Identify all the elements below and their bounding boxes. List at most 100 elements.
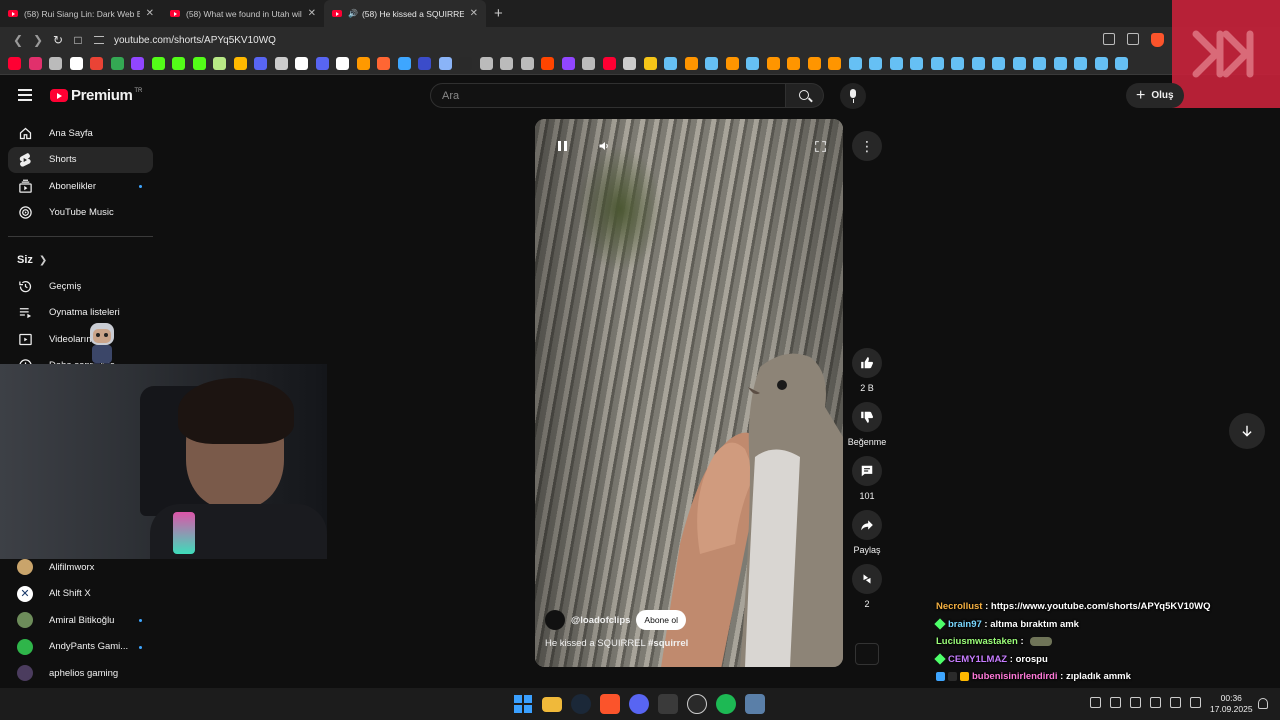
- bookmark-favicon-icon[interactable]: [151, 57, 165, 70]
- bookmark-favicon-icon[interactable]: [500, 57, 513, 70]
- obs-icon[interactable]: [687, 694, 707, 714]
- bookmark-favicon-icon[interactable]: [889, 57, 903, 70]
- bookmark-favicon-icon[interactable]: [49, 57, 62, 70]
- bookmark-favicon-icon[interactable]: [623, 57, 636, 70]
- voice-search-button[interactable]: [840, 83, 866, 109]
- brave-shields-icon[interactable]: [1151, 33, 1164, 47]
- comments-button[interactable]: [852, 456, 882, 486]
- chat-username[interactable]: Luciusmwastaken: [936, 636, 1018, 647]
- bookmark-favicon-icon[interactable]: [787, 57, 800, 70]
- back-icon[interactable]: ❮: [8, 33, 28, 47]
- shorts-player[interactable]: @loadofclips Abone ol He kissed a SQUIRR…: [535, 119, 843, 667]
- site-settings-icon[interactable]: [94, 36, 104, 44]
- bookmark-favicon-icon[interactable]: [377, 57, 390, 70]
- reload-icon[interactable]: ↻: [48, 33, 68, 47]
- bookmark-favicon-icon[interactable]: [110, 57, 124, 70]
- bookmark-favicon-icon[interactable]: [356, 57, 370, 70]
- bookmark-favicon-icon[interactable]: [1053, 57, 1067, 70]
- remix-button[interactable]: [852, 564, 882, 594]
- cast-icon[interactable]: [1103, 33, 1115, 45]
- volume-button[interactable]: [591, 133, 617, 159]
- address-bar[interactable]: youtube.com/shorts/APYq5KV10WQ: [94, 35, 276, 46]
- spotify-icon[interactable]: [716, 694, 736, 714]
- bookmark-favicon-icon[interactable]: [869, 57, 882, 70]
- channel-avatar[interactable]: [545, 610, 565, 630]
- bookmark-favicon-icon[interactable]: [848, 57, 862, 70]
- bookmark-favicon-icon[interactable]: [315, 57, 329, 70]
- bookmark-favicon-icon[interactable]: [397, 57, 411, 70]
- mic-icon[interactable]: [1150, 697, 1161, 708]
- steam-icon[interactable]: [571, 694, 591, 714]
- bookmark-favicon-icon[interactable]: [459, 57, 472, 70]
- close-tab-icon[interactable]: ✕: [146, 8, 154, 19]
- bookmark-favicon-icon[interactable]: [479, 57, 493, 70]
- bookmark-favicon-icon[interactable]: [90, 57, 103, 70]
- bookmark-favicon-icon[interactable]: [213, 57, 226, 70]
- brave-browser-icon[interactable]: [600, 694, 620, 714]
- network-icon[interactable]: [1170, 697, 1181, 708]
- like-button[interactable]: [852, 348, 882, 378]
- bookmark-favicon-icon[interactable]: [131, 57, 144, 70]
- tray-steam-icon[interactable]: [1110, 697, 1121, 708]
- bookmark-favicon-icon[interactable]: [69, 57, 83, 70]
- bookmark-favicon-icon[interactable]: [1115, 57, 1128, 70]
- bookmark-favicon-icon[interactable]: [8, 57, 21, 70]
- sidebar-item-shorts[interactable]: Shorts: [8, 146, 153, 173]
- bookmark-favicon-icon[interactable]: [192, 57, 206, 70]
- chat-username[interactable]: bubenisinirlendirdi: [972, 671, 1058, 682]
- sidebar-item-my-videos[interactable]: Videolarım: [8, 326, 153, 353]
- close-tab-icon[interactable]: ✕: [470, 8, 478, 19]
- sidebar-item-home[interactable]: Ana Sayfa: [8, 120, 153, 147]
- bookmark-favicon-icon[interactable]: [807, 57, 821, 70]
- bookmark-favicon-icon[interactable]: [1074, 57, 1087, 70]
- audio-playing-icon[interactable]: 🔊: [348, 9, 358, 18]
- start-button[interactable]: [513, 694, 533, 714]
- bookmark-favicon-icon[interactable]: [1094, 57, 1108, 70]
- bookmark-favicon-icon[interactable]: [643, 57, 657, 70]
- bookmark-favicon-icon[interactable]: [520, 57, 534, 70]
- next-short-button[interactable]: [1229, 413, 1265, 449]
- volume-icon[interactable]: [1190, 697, 1201, 708]
- subscribe-button[interactable]: Abone ol: [636, 610, 686, 630]
- bookmark-icon[interactable]: □: [68, 33, 88, 47]
- app-tool-icon[interactable]: [745, 694, 765, 714]
- dislike-button[interactable]: [852, 402, 882, 432]
- notifications-icon[interactable]: [1258, 698, 1268, 709]
- bookmark-favicon-icon[interactable]: [1012, 57, 1026, 70]
- subscription-item[interactable]: AndyPants Gami...: [8, 634, 153, 661]
- bookmark-favicon-icon[interactable]: [295, 57, 308, 70]
- bookmark-favicon-icon[interactable]: [930, 57, 944, 70]
- discord-icon[interactable]: [629, 694, 649, 714]
- bookmark-favicon-icon[interactable]: [274, 57, 288, 70]
- sidebar-item-playlists[interactable]: Oynatma listeleri: [8, 300, 153, 327]
- sound-thumbnail[interactable]: [855, 643, 879, 665]
- bookmark-favicon-icon[interactable]: [541, 57, 554, 70]
- bookmark-favicon-icon[interactable]: [561, 57, 575, 70]
- bookmark-favicon-icon[interactable]: [746, 57, 759, 70]
- bookmark-favicon-icon[interactable]: [828, 57, 841, 70]
- bookmark-favicon-icon[interactable]: [336, 57, 349, 70]
- bookmark-favicon-icon[interactable]: [438, 57, 452, 70]
- browser-tab-active[interactable]: 🔊 (58) He kissed a SQUIRREL #s ✕: [324, 0, 486, 27]
- bookmark-favicon-icon[interactable]: [418, 57, 431, 70]
- chat-username[interactable]: Necrollust: [936, 601, 982, 612]
- subscription-item[interactable]: ✕ Alt Shift X: [8, 581, 153, 608]
- sidebar-item-subscriptions[interactable]: Abonelikler: [8, 173, 153, 200]
- more-options-button[interactable]: ⋮: [852, 131, 882, 161]
- browser-tab[interactable]: (58) What we found in Utah will SHOC ✕: [162, 0, 324, 27]
- app-cube-icon[interactable]: [658, 694, 678, 714]
- new-tab-button[interactable]: +: [486, 5, 511, 22]
- sidebar-you-heading[interactable]: Siz ❯: [8, 247, 153, 273]
- forward-icon[interactable]: ❯: [28, 33, 48, 47]
- bookmark-favicon-icon[interactable]: [951, 57, 964, 70]
- pause-button[interactable]: [549, 133, 575, 159]
- chat-username[interactable]: brain97: [948, 619, 982, 630]
- bookmark-favicon-icon[interactable]: [664, 57, 677, 70]
- speaker-icon[interactable]: [1130, 697, 1141, 708]
- sidebar-item-history[interactable]: Geçmiş: [8, 273, 153, 300]
- share-page-icon[interactable]: [1127, 33, 1139, 45]
- menu-icon[interactable]: [18, 89, 32, 101]
- bookmark-favicon-icon[interactable]: [705, 57, 718, 70]
- bookmark-favicon-icon[interactable]: [172, 57, 185, 70]
- chat-username[interactable]: CEMY1LMAZ: [948, 654, 1007, 665]
